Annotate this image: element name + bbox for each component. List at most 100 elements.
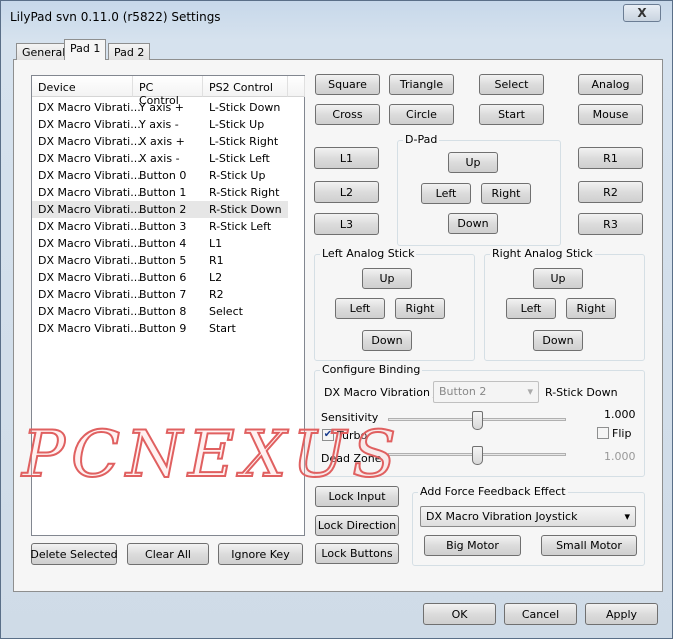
triangle-button[interactable]: Triangle xyxy=(389,74,454,95)
control-combo[interactable]: Button 2 ▾ xyxy=(433,381,539,403)
pc-control-cell: Y axis + xyxy=(139,101,184,114)
ps2-control-cell: R-Stick Up xyxy=(209,169,266,182)
l2-button[interactable]: L2 xyxy=(314,181,379,203)
flip-checkbox[interactable] xyxy=(597,427,609,439)
ps2-control-cell: R2 xyxy=(209,288,224,301)
column-filler xyxy=(288,76,305,97)
table-row[interactable]: DX Macro Vibrati... Button 1 R-Stick Right xyxy=(32,184,288,201)
window-title: LilyPad svn 0.11.0 (r5822) Settings xyxy=(10,10,221,24)
force-feedback-group: Add Force Feedback Effect xyxy=(412,485,645,566)
ps2-control-cell: Select xyxy=(209,305,243,318)
pc-control-cell: Button 7 xyxy=(139,288,187,301)
table-row[interactable]: DX Macro Vibrati... Button 3 R-Stick Left xyxy=(32,218,288,235)
pc-control-cell: Button 0 xyxy=(139,169,187,182)
column-pc-control[interactable]: PC Control xyxy=(133,76,203,107)
lock-input-button[interactable]: Lock Input xyxy=(315,486,399,507)
l3-button[interactable]: L3 xyxy=(314,213,379,235)
delete-selected-button[interactable]: Delete Selected xyxy=(30,543,118,565)
l1-button[interactable]: L1 xyxy=(314,147,379,169)
tab-pad-1[interactable]: Pad 1 xyxy=(64,39,107,60)
table-row[interactable]: DX Macro Vibrati... Button 9 Start xyxy=(32,320,288,337)
tab-pad-2[interactable]: Pad 2 xyxy=(108,43,151,60)
device-cell: DX Macro Vibrati... xyxy=(38,203,141,216)
deadzone-label: Dead Zone xyxy=(321,452,382,465)
lock-buttons-button[interactable]: Lock Buttons xyxy=(315,543,399,564)
cross-button[interactable]: Cross xyxy=(315,104,380,125)
device-cell: DX Macro Vibrati... xyxy=(38,101,141,114)
ps2-control-cell: L-Stick Left xyxy=(209,152,270,165)
clear-all-button[interactable]: Clear All xyxy=(127,543,209,565)
start-button[interactable]: Start xyxy=(479,104,544,125)
ok-button[interactable]: OK xyxy=(423,603,496,625)
ps2-control-cell: L-Stick Up xyxy=(209,118,265,131)
select-button[interactable]: Select xyxy=(479,74,544,95)
ps2-control-cell: L-Stick Down xyxy=(209,101,281,114)
table-row[interactable]: DX Macro Vibrati... Button 8 Select xyxy=(32,303,288,320)
device-cell: DX Macro Vibrati... xyxy=(38,254,141,267)
table-row[interactable]: DX Macro Vibrati... Button 4 L1 xyxy=(32,235,288,252)
device-cell: DX Macro Vibrati... xyxy=(38,186,141,199)
device-cell: DX Macro Vibrati... xyxy=(38,322,141,335)
column-ps2-control[interactable]: PS2 Control xyxy=(203,76,288,97)
right-stick-label: Right Analog Stick xyxy=(490,247,595,260)
analog-button[interactable]: Analog xyxy=(578,74,643,95)
table-row[interactable]: DX Macro Vibrati... Y axis - L-Stick Up xyxy=(32,116,288,133)
pc-control-cell: Y axis - xyxy=(139,118,179,131)
pc-control-cell: Button 2 xyxy=(139,203,187,216)
device-cell: DX Macro Vibrati... xyxy=(38,220,141,233)
binding-list[interactable]: Device PC Control PS2 Control DX Macro V… xyxy=(31,75,305,536)
ps2-control-cell: R-Stick Left xyxy=(209,220,272,233)
pc-control-cell: Button 6 xyxy=(139,271,187,284)
right-stick-group: Right Analog Stick xyxy=(484,247,645,361)
pc-control-cell: X axis + xyxy=(139,135,185,148)
table-row[interactable]: DX Macro Vibrati... Button 5 R1 xyxy=(32,252,288,269)
ps2-control-cell: L2 xyxy=(209,271,223,284)
binding-target: R-Stick Down xyxy=(545,386,618,399)
pc-control-cell: Button 1 xyxy=(139,186,187,199)
pc-control-cell: Button 4 xyxy=(139,237,187,250)
table-row[interactable]: DX Macro Vibrati... Y axis + L-Stick Down xyxy=(32,99,288,116)
table-row[interactable]: DX Macro Vibrati... Button 6 L2 xyxy=(32,269,288,286)
dpad-group: D-Pad xyxy=(397,133,561,246)
ps2-control-cell: L1 xyxy=(209,237,223,250)
force-feedback-device: DX Macro Vibration Joystick xyxy=(426,510,578,523)
ps2-control-cell: R-Stick Right xyxy=(209,186,280,199)
apply-button[interactable]: Apply xyxy=(585,603,658,625)
column-device[interactable]: Device xyxy=(32,76,133,97)
table-row[interactable]: DX Macro Vibrati... Button 0 R-Stick Up xyxy=(32,167,288,184)
dpad-label: D-Pad xyxy=(403,133,440,146)
sensitivity-label: Sensitivity xyxy=(321,411,379,424)
control-value: Button 2 xyxy=(439,385,487,398)
left-stick-group: Left Analog Stick xyxy=(314,247,475,361)
device-cell: DX Macro Vibrati... xyxy=(38,288,141,301)
lock-direction-button[interactable]: Lock Direction xyxy=(315,515,399,536)
pc-control-cell: Button 9 xyxy=(139,322,187,335)
pc-control-cell: Button 8 xyxy=(139,305,187,318)
ps2-control-cell: L-Stick Right xyxy=(209,135,279,148)
square-button[interactable]: Square xyxy=(315,74,380,95)
table-row[interactable]: DX Macro Vibrati... X axis + L-Stick Right xyxy=(32,133,288,150)
ps2-control-cell: R-Stick Down xyxy=(209,203,282,216)
force-feedback-device-combo[interactable]: DX Macro Vibration Joystick ▾ xyxy=(420,506,636,527)
device-cell: DX Macro Vibrati... xyxy=(38,118,141,131)
table-row[interactable]: DX Macro Vibrati... Button 7 R2 xyxy=(32,286,288,303)
r1-button[interactable]: R1 xyxy=(578,147,643,169)
mouse-button[interactable]: Mouse xyxy=(578,104,643,125)
ignore-key-button[interactable]: Ignore Key xyxy=(218,543,303,565)
turbo-checkbox[interactable]: ✔ xyxy=(322,429,334,441)
sensitivity-slider[interactable] xyxy=(472,411,483,430)
close-button[interactable]: X xyxy=(623,4,661,22)
circle-button[interactable]: Circle xyxy=(389,104,454,125)
r3-button[interactable]: R3 xyxy=(578,213,643,235)
turbo-label: Turbo xyxy=(337,429,368,442)
device-cell: DX Macro Vibrati... xyxy=(38,169,141,182)
table-row[interactable]: DX Macro Vibrati... Button 2 R-Stick Down xyxy=(32,201,288,218)
table-row[interactable]: DX Macro Vibrati... X axis - L-Stick Left xyxy=(32,150,288,167)
chevron-down-icon: ▾ xyxy=(624,510,630,523)
ps2-control-cell: R1 xyxy=(209,254,224,267)
configure-binding-label: Configure Binding xyxy=(320,363,423,376)
deadzone-slider[interactable] xyxy=(472,446,483,465)
r2-button[interactable]: R2 xyxy=(578,181,643,203)
cancel-button[interactable]: Cancel xyxy=(504,603,577,625)
pc-control-cell: X axis - xyxy=(139,152,180,165)
